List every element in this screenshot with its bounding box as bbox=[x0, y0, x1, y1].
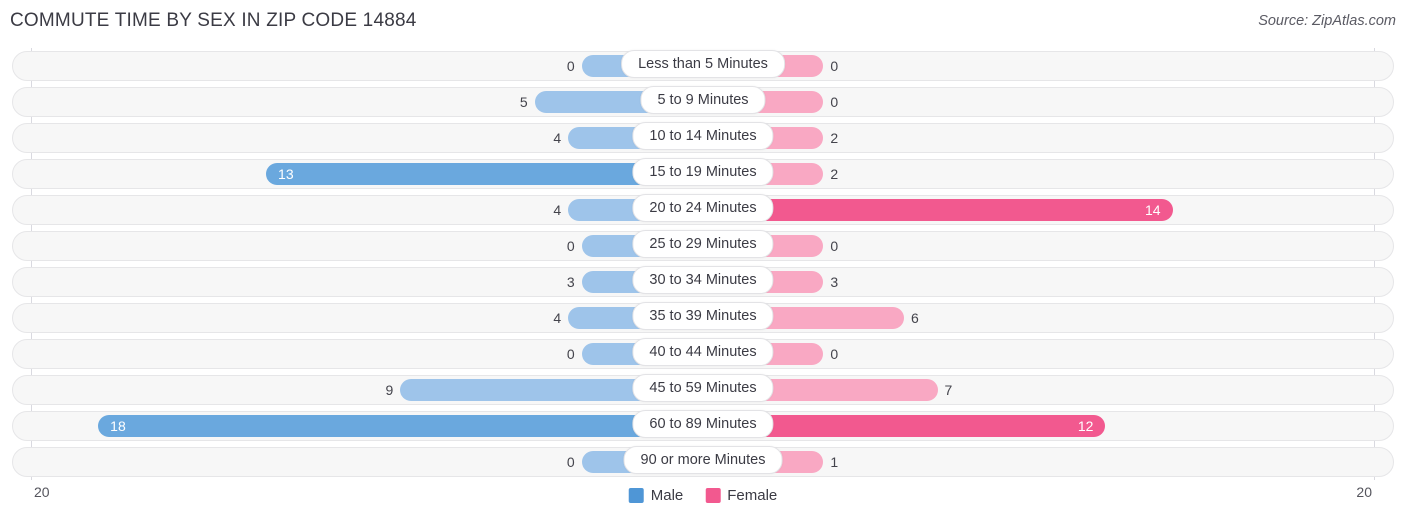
legend-swatch-icon bbox=[705, 487, 721, 503]
male-half: 4 bbox=[31, 127, 703, 149]
bar-row: 0 0 Less than 5 Minutes bbox=[0, 48, 1406, 84]
female-value-label: 1 bbox=[830, 454, 839, 470]
legend-swatch-icon bbox=[628, 487, 644, 503]
female-value-label: 2 bbox=[830, 130, 839, 146]
male-half: 9 bbox=[31, 379, 703, 401]
female-value-label: 3 bbox=[830, 274, 839, 290]
chart-plot-area: 0 0 Less than 5 Minutes 5 0 5 to 9 Minutes 4 2 1… bbox=[0, 48, 1406, 480]
bar-row: 13 2 15 to 19 Minutes bbox=[0, 156, 1406, 192]
male-value-label: 4 bbox=[553, 310, 562, 326]
legend-label: Female bbox=[727, 486, 778, 504]
chart-legend: Male Female bbox=[628, 484, 777, 506]
female-value-label: 0 bbox=[830, 58, 839, 74]
category-label: Less than 5 Minutes bbox=[621, 50, 785, 78]
bar-row: 4 6 35 to 39 Minutes bbox=[0, 300, 1406, 336]
chart-header: COMMUTE TIME BY SEX IN ZIP CODE 14884 So… bbox=[0, 0, 1406, 40]
bar-row: 0 1 90 or more Minutes bbox=[0, 444, 1406, 480]
male-half: 4 bbox=[31, 307, 703, 329]
female-half: 0 bbox=[702, 235, 1375, 257]
male-half: 4 bbox=[31, 199, 703, 221]
female-half: 14 bbox=[702, 199, 1375, 221]
female-half: 0 bbox=[702, 91, 1375, 113]
source-attribution: Source: ZipAtlas.com bbox=[1258, 13, 1396, 29]
category-label: 10 to 14 Minutes bbox=[632, 122, 774, 150]
female-value-label: 12 bbox=[1077, 418, 1094, 434]
category-label: 60 to 89 Minutes bbox=[632, 410, 774, 438]
female-half: 2 bbox=[702, 163, 1375, 185]
male-half: 0 bbox=[31, 55, 703, 77]
male-half: 18 bbox=[31, 415, 703, 437]
male-half: 13 bbox=[31, 163, 703, 185]
female-half: 2 bbox=[702, 127, 1375, 149]
female-value-label: 0 bbox=[830, 94, 839, 110]
male-value-label: 13 bbox=[278, 166, 294, 182]
female-value-label: 0 bbox=[830, 238, 839, 254]
legend-label: Male bbox=[650, 486, 684, 504]
male-value-label: 5 bbox=[519, 94, 528, 110]
male-value-label: 18 bbox=[110, 418, 126, 434]
male-value-label: 0 bbox=[566, 454, 575, 470]
female-value-label: 6 bbox=[910, 310, 919, 326]
category-label: 45 to 59 Minutes bbox=[632, 374, 774, 402]
male-value-label: 3 bbox=[566, 274, 575, 290]
female-half: 3 bbox=[702, 271, 1375, 293]
female-half: 1 bbox=[702, 451, 1375, 473]
bar-row: 18 12 60 to 89 Minutes bbox=[0, 408, 1406, 444]
male-half: 5 bbox=[31, 91, 703, 113]
bar-row: 4 2 10 to 14 Minutes bbox=[0, 120, 1406, 156]
female-value-label: 7 bbox=[944, 382, 953, 398]
bar-row: 3 3 30 to 34 Minutes bbox=[0, 264, 1406, 300]
male-half: 3 bbox=[31, 271, 703, 293]
male-value-label: 4 bbox=[553, 130, 562, 146]
bar-rows: 0 0 Less than 5 Minutes 5 0 5 to 9 Minutes 4 2 1… bbox=[0, 48, 1406, 480]
bar-row: 0 0 40 to 44 Minutes bbox=[0, 336, 1406, 372]
female-half: 0 bbox=[702, 343, 1375, 365]
male-value-label: 9 bbox=[385, 382, 394, 398]
female-value-label: 2 bbox=[830, 166, 839, 182]
category-label: 90 or more Minutes bbox=[623, 446, 783, 474]
female-half: 0 bbox=[702, 55, 1375, 77]
category-label: 40 to 44 Minutes bbox=[632, 338, 774, 366]
female-half: 7 bbox=[702, 379, 1375, 401]
category-label: 20 to 24 Minutes bbox=[632, 194, 774, 222]
bar-row: 4 14 20 to 24 Minutes bbox=[0, 192, 1406, 228]
category-label: 35 to 39 Minutes bbox=[632, 302, 774, 330]
category-label: 30 to 34 Minutes bbox=[632, 266, 774, 294]
bar-row: 9 7 45 to 59 Minutes bbox=[0, 372, 1406, 408]
axis-tick-right: 20 bbox=[1356, 484, 1372, 500]
male-value-label: 0 bbox=[566, 238, 575, 254]
female-half: 12 bbox=[702, 415, 1375, 437]
category-label: 25 to 29 Minutes bbox=[632, 230, 774, 258]
male-value-label: 4 bbox=[553, 202, 562, 218]
bar-row: 5 0 5 to 9 Minutes bbox=[0, 84, 1406, 120]
page-title: COMMUTE TIME BY SEX IN ZIP CODE 14884 bbox=[10, 10, 417, 31]
male-bar[interactable]: 18 bbox=[98, 415, 703, 437]
male-value-label: 0 bbox=[566, 346, 575, 362]
category-label: 5 to 9 Minutes bbox=[640, 86, 766, 114]
legend-item[interactable]: Male bbox=[628, 486, 684, 504]
axis-tick-left: 20 bbox=[34, 484, 50, 500]
male-value-label: 0 bbox=[566, 58, 575, 74]
male-half: 0 bbox=[31, 235, 703, 257]
male-half: 0 bbox=[31, 451, 703, 473]
female-half: 6 bbox=[702, 307, 1375, 329]
female-value-label: 0 bbox=[830, 346, 839, 362]
chart-footer: 20 20 Male Female bbox=[0, 484, 1406, 514]
bar-row: 0 0 25 to 29 Minutes bbox=[0, 228, 1406, 264]
category-label: 15 to 19 Minutes bbox=[632, 158, 774, 186]
female-value-label: 14 bbox=[1144, 202, 1161, 218]
legend-item[interactable]: Female bbox=[705, 487, 777, 504]
male-half: 0 bbox=[31, 343, 703, 365]
